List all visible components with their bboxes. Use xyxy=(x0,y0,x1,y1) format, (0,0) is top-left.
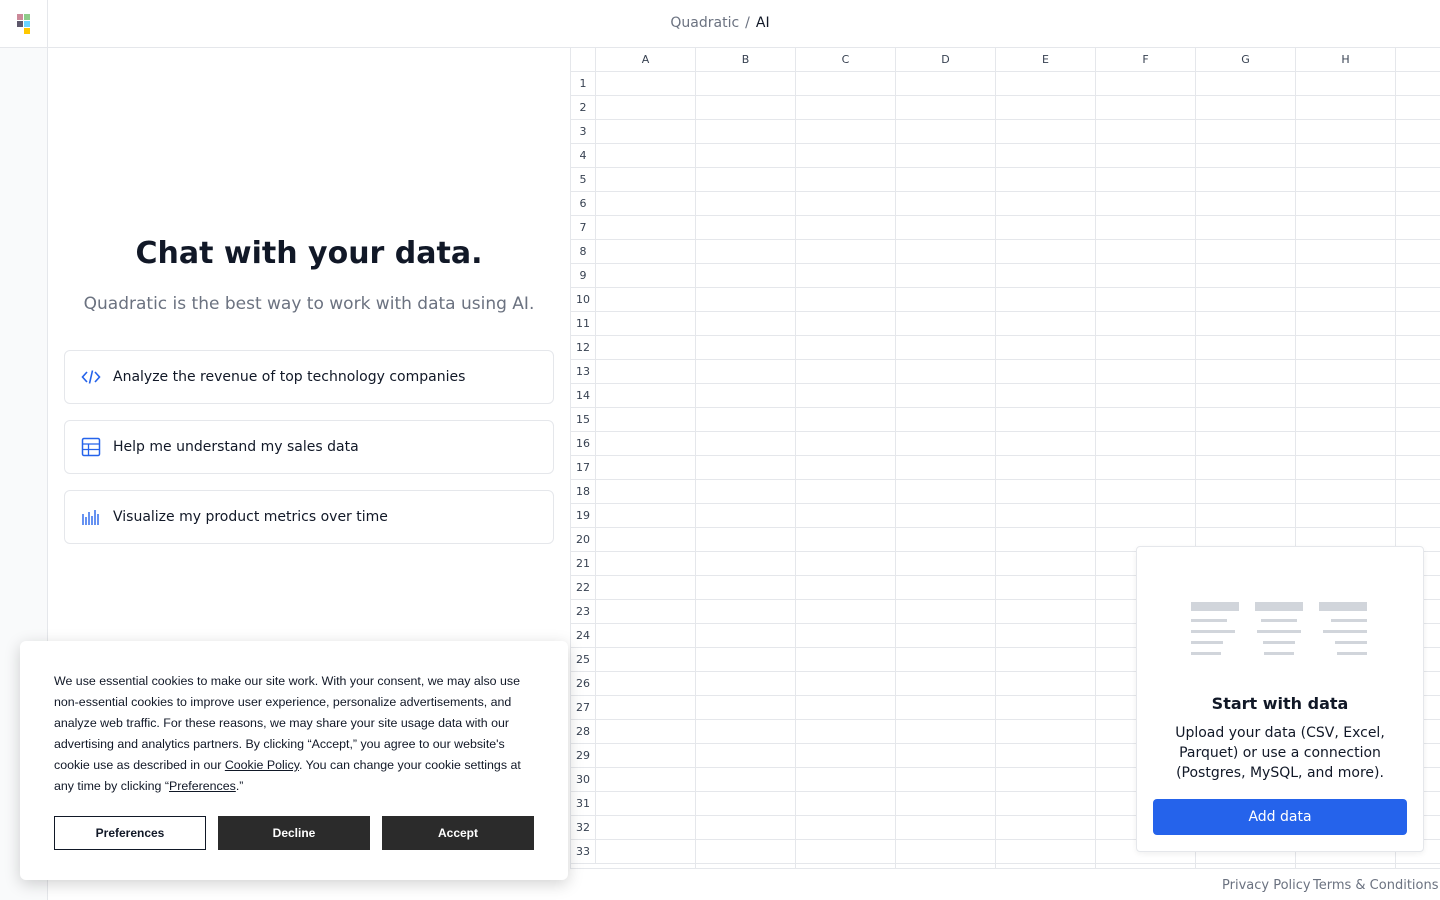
grid-row-line xyxy=(596,479,1440,480)
grid-row-line xyxy=(596,455,1440,456)
row-header[interactable]: 3 xyxy=(571,120,596,144)
row-header[interactable]: 20 xyxy=(571,528,596,552)
table-icon xyxy=(81,437,101,457)
row-header[interactable]: 12 xyxy=(571,336,596,360)
cookie-text-part: .” xyxy=(235,779,244,793)
grid-row-line xyxy=(596,191,1440,192)
grid-row-line xyxy=(596,215,1440,216)
start-card-description: Upload your data (CSV, Excel, Parquet) o… xyxy=(1175,725,1385,781)
row-header[interactable]: 14 xyxy=(571,384,596,408)
grid-row-line xyxy=(596,359,1440,360)
grid-row-line xyxy=(596,239,1440,240)
column-header[interactable]: C xyxy=(796,48,896,72)
row-header[interactable]: 9 xyxy=(571,264,596,288)
row-header[interactable]: 26 xyxy=(571,672,596,696)
row-header[interactable]: 2 xyxy=(571,96,596,120)
column-header[interactable] xyxy=(1396,48,1440,72)
chat-title: Chat with your data. xyxy=(135,236,483,271)
row-header[interactable]: 31 xyxy=(571,792,596,816)
grid-row-line xyxy=(596,431,1440,432)
suggestion-visualize-metrics[interactable]: Visualize my product metrics over time xyxy=(64,490,554,544)
code-icon xyxy=(81,367,101,387)
grid-row-line xyxy=(596,863,1440,864)
breadcrumb-current[interactable]: AI xyxy=(756,15,770,31)
breadcrumb-org[interactable]: Quadratic xyxy=(670,15,739,31)
start-card-title: Start with data xyxy=(1211,694,1349,713)
row-header[interactable]: 17 xyxy=(571,456,596,480)
row-header[interactable]: 28 xyxy=(571,720,596,744)
grid-row-line xyxy=(596,119,1440,120)
row-header[interactable]: 29 xyxy=(571,744,596,768)
grid-row-line xyxy=(596,311,1440,312)
row-header[interactable]: 22 xyxy=(571,576,596,600)
grid-row-line xyxy=(596,503,1440,504)
row-header[interactable]: 10 xyxy=(571,288,596,312)
suggestion-label: Visualize my product metrics over time xyxy=(113,509,388,525)
cookie-text: We use essential cookies to make our sit… xyxy=(54,671,538,797)
row-header[interactable]: 18 xyxy=(571,480,596,504)
grid-row-line xyxy=(596,167,1440,168)
column-header[interactable]: B xyxy=(696,48,796,72)
row-header[interactable]: 8 xyxy=(571,240,596,264)
grid-row-line xyxy=(596,407,1440,408)
row-header[interactable]: 13 xyxy=(571,360,596,384)
preferences-link[interactable]: Preferences xyxy=(169,779,236,793)
footer: Privacy Policy Terms & Conditions xyxy=(570,868,1440,900)
column-header[interactable]: F xyxy=(1096,48,1196,72)
row-header[interactable]: 33 xyxy=(571,840,596,864)
grid-corner[interactable] xyxy=(571,48,596,72)
row-header[interactable]: 30 xyxy=(571,768,596,792)
grid-row-line xyxy=(596,527,1440,528)
grid-row-line xyxy=(596,335,1440,336)
grid-row-line xyxy=(596,95,1440,96)
chat-subtitle: Quadratic is the best way to work with d… xyxy=(83,294,535,314)
row-header[interactable]: 15 xyxy=(571,408,596,432)
top-bar: Quadratic / AI xyxy=(0,0,1440,48)
row-header[interactable]: 25 xyxy=(571,648,596,672)
column-header[interactable]: G xyxy=(1196,48,1296,72)
grid-row-line xyxy=(596,263,1440,264)
column-header[interactable]: H xyxy=(1296,48,1396,72)
row-header[interactable]: 24 xyxy=(571,624,596,648)
suggestion-label: Help me understand my sales data xyxy=(113,439,359,455)
suggestion-label: Analyze the revenue of top technology co… xyxy=(113,369,466,385)
start-with-data-card: Start with data Upload your data (CSV, E… xyxy=(1136,546,1424,852)
suggestion-analyze-revenue[interactable]: Analyze the revenue of top technology co… xyxy=(64,350,554,404)
breadcrumb: Quadratic / AI xyxy=(0,15,1440,31)
row-header[interactable]: 7 xyxy=(571,216,596,240)
breadcrumb-separator: / xyxy=(745,15,750,31)
row-header[interactable]: 27 xyxy=(571,696,596,720)
row-header[interactable]: 21 xyxy=(571,552,596,576)
row-header[interactable]: 6 xyxy=(571,192,596,216)
cookie-preferences-button[interactable]: Preferences xyxy=(54,816,206,850)
row-header[interactable]: 4 xyxy=(571,144,596,168)
row-header[interactable]: 5 xyxy=(571,168,596,192)
column-header[interactable]: A xyxy=(596,48,696,72)
column-header[interactable]: D xyxy=(896,48,996,72)
row-header[interactable]: 16 xyxy=(571,432,596,456)
column-header[interactable]: E xyxy=(996,48,1096,72)
data-columns-icon xyxy=(1191,602,1367,655)
terms-link[interactable]: Terms & Conditions xyxy=(1313,878,1439,893)
row-header[interactable]: 11 xyxy=(571,312,596,336)
cookie-accept-button[interactable]: Accept xyxy=(382,816,534,850)
suggestion-sales-data[interactable]: Help me understand my sales data xyxy=(64,420,554,474)
add-data-button[interactable]: Add data xyxy=(1153,799,1407,835)
row-header[interactable]: 23 xyxy=(571,600,596,624)
row-header[interactable]: 32 xyxy=(571,816,596,840)
cookie-decline-button[interactable]: Decline xyxy=(218,816,370,850)
privacy-policy-link[interactable]: Privacy Policy xyxy=(1222,878,1311,893)
grid-row-line xyxy=(596,287,1440,288)
grid-row-line xyxy=(596,143,1440,144)
cookie-banner: We use essential cookies to make our sit… xyxy=(20,641,568,880)
row-header[interactable]: 19 xyxy=(571,504,596,528)
chart-bars-icon xyxy=(81,507,101,527)
cookie-policy-link[interactable]: Cookie Policy xyxy=(225,758,299,772)
grid-row-line xyxy=(596,383,1440,384)
row-header[interactable]: 1 xyxy=(571,72,596,96)
